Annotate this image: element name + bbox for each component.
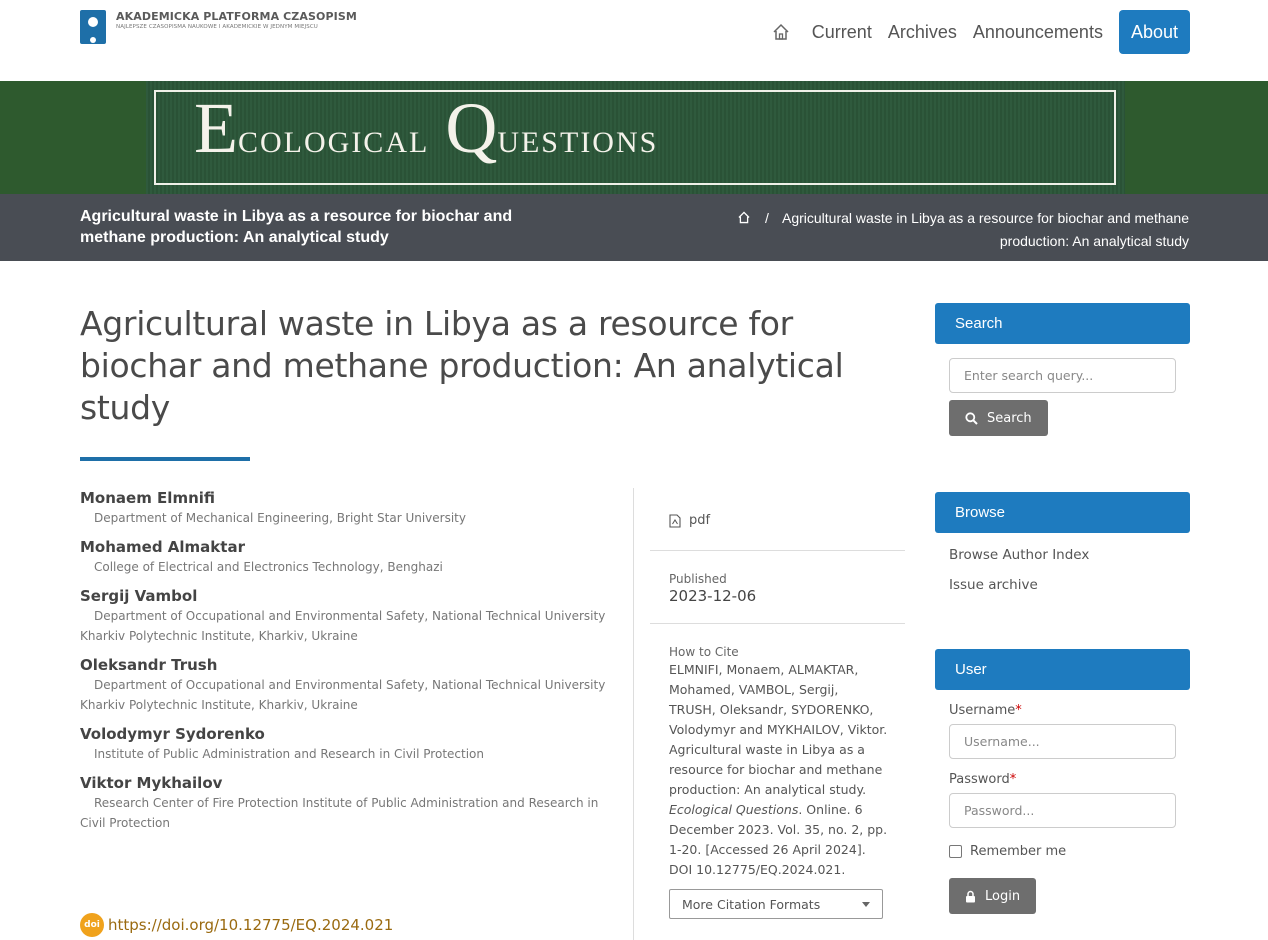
home-icon[interactable] [766,10,796,54]
author-item: Oleksandr Trush Department of Occupation… [80,655,610,715]
nav-about[interactable]: About [1118,10,1190,54]
author-name: Volodymyr Sydorenko [80,725,265,743]
cite-label: How to Cite [669,645,739,659]
logo-title: AKADEMICKA PLATFORMA CZASOPISM [116,10,357,23]
breadcrumb-bar: Agricultural waste in Libya as a resourc… [0,194,1268,261]
doi-icon: doi [80,913,104,937]
author-affiliation: Institute of Public Administration and R… [94,747,484,761]
doi-row: doi https://doi.org/10.12775/EQ.2024.021 [80,913,393,937]
author-item: Monaem Elmnifi Department of Mechanical … [80,488,610,528]
published-block: Published 2023-12-06 [650,551,905,624]
remember-checkbox[interactable] [949,845,962,858]
password-label: Password* [949,772,1017,787]
page-title: Agricultural waste in Libya as a resourc… [80,208,513,246]
pdf-file-icon [669,513,689,528]
author-name: Viktor Mykhailov [80,774,223,792]
sidebar: Search Enter search query... Search Brow… [935,303,1190,914]
author-affiliation: College of Electrical and Electronics Te… [94,560,443,574]
title-underline [80,457,250,461]
nav-current[interactable]: Current [804,10,880,54]
main-nav: Current Archives Announcements About [766,10,1190,54]
top-header: AKADEMICKA PLATFORMA CZASOPISM NAJLEPSZE… [0,0,1268,81]
author-name: Mohamed Almaktar [80,538,245,556]
author-name: Sergij Vambol [80,587,198,605]
required-mark: * [1009,772,1017,787]
cite-journal: Ecological Questions [669,802,799,817]
breadcrumb-separator: / [764,210,769,226]
journal-name: Ecological Questions [194,88,659,168]
pdf-label: pdf [689,513,711,528]
username-field[interactable]: Username... [949,724,1176,759]
author-item: Viktor Mykhailov Research Center of Fire… [80,773,610,833]
published-label: Published [669,572,727,586]
citation-block: How to Cite ELMNIFI, Monaem, ALMAKTAR, M… [650,624,905,919]
author-affiliation: Department of Occupational and Environme… [80,609,606,643]
login-button-label: Login [985,888,1021,904]
browse-author-index-link[interactable]: Browse Author Index [949,547,1190,563]
banner-image: Ecological Questions [146,81,1125,194]
search-button[interactable]: Search [949,400,1048,436]
remember-me[interactable]: Remember me [949,844,1190,859]
logo-subtitle: NAJLEPSZE CZASOPISMA NAUKOWE I AKADEMICK… [116,24,318,30]
required-mark: * [1015,703,1022,718]
browse-block: Browse Browse Author Index Issue archive [935,492,1190,593]
user-block: User Username* Username... Password* Pas… [935,649,1190,914]
citation-text: ELMNIFI, Monaem, ALMAKTAR, Mohamed, VAMB… [669,662,888,877]
author-item: Mohamed Almaktar College of Electrical a… [80,537,610,577]
author-affiliation: Department of Occupational and Environme… [80,678,606,712]
journal-banner: Ecological Questions [0,81,1268,194]
lock-icon [966,890,975,902]
remember-label: Remember me [970,844,1067,859]
author-affiliation: Department of Mechanical Engineering, Br… [94,511,466,525]
article-main: Agricultural waste in Libya as a resourc… [80,303,910,940]
author-list: Monaem Elmnifi Department of Mechanical … [80,488,610,842]
author-name: Monaem Elmnifi [80,489,216,507]
author-affiliation: Research Center of Fire Protection Insti… [80,796,599,830]
chevron-down-icon [862,901,870,907]
username-label: Username* [949,703,1022,718]
search-button-label: Search [987,410,1032,426]
search-heading: Search [935,303,1190,344]
author-name: Oleksandr Trush [80,656,218,674]
column-divider [633,488,634,940]
nav-announcements[interactable]: Announcements [965,10,1111,54]
author-item: Volodymyr Sydorenko Institute of Public … [80,724,610,764]
breadcrumb: / Agricultural waste in Libya as a resou… [719,207,1189,253]
logo-text: AKADEMICKA PLATFORMA CZASOPISM NAJLEPSZE… [116,10,357,31]
citation-formats-dropdown[interactable]: More Citation Formats [669,889,883,919]
pdf-galley-link[interactable]: pdf [650,491,905,551]
password-field[interactable]: Password... [949,793,1176,828]
browse-heading: Browse [935,492,1190,533]
search-icon [965,411,978,425]
author-item: Sergij Vambol Department of Occupational… [80,586,610,646]
breadcrumb-current: Agricultural waste in Libya as a resourc… [782,210,1189,249]
doi-link[interactable]: https://doi.org/10.12775/EQ.2024.021 [108,916,393,934]
issue-archive-link[interactable]: Issue archive [949,577,1190,593]
article-details: pdf Published 2023-12-06 How to Cite ELM… [650,488,905,919]
article-title: Agricultural waste in Libya as a resourc… [80,304,844,427]
published-date: 2023-12-06 [669,587,757,605]
user-heading: User [935,649,1190,690]
search-input[interactable]: Enter search query... [949,358,1176,393]
nav-archives[interactable]: Archives [880,10,965,54]
site-logo[interactable]: AKADEMICKA PLATFORMA CZASOPISM NAJLEPSZE… [80,10,357,44]
login-button[interactable]: Login [949,878,1037,914]
citation-formats-label: More Citation Formats [682,896,821,912]
logo-mark-icon [80,10,106,44]
breadcrumb-home-icon[interactable] [737,210,751,226]
